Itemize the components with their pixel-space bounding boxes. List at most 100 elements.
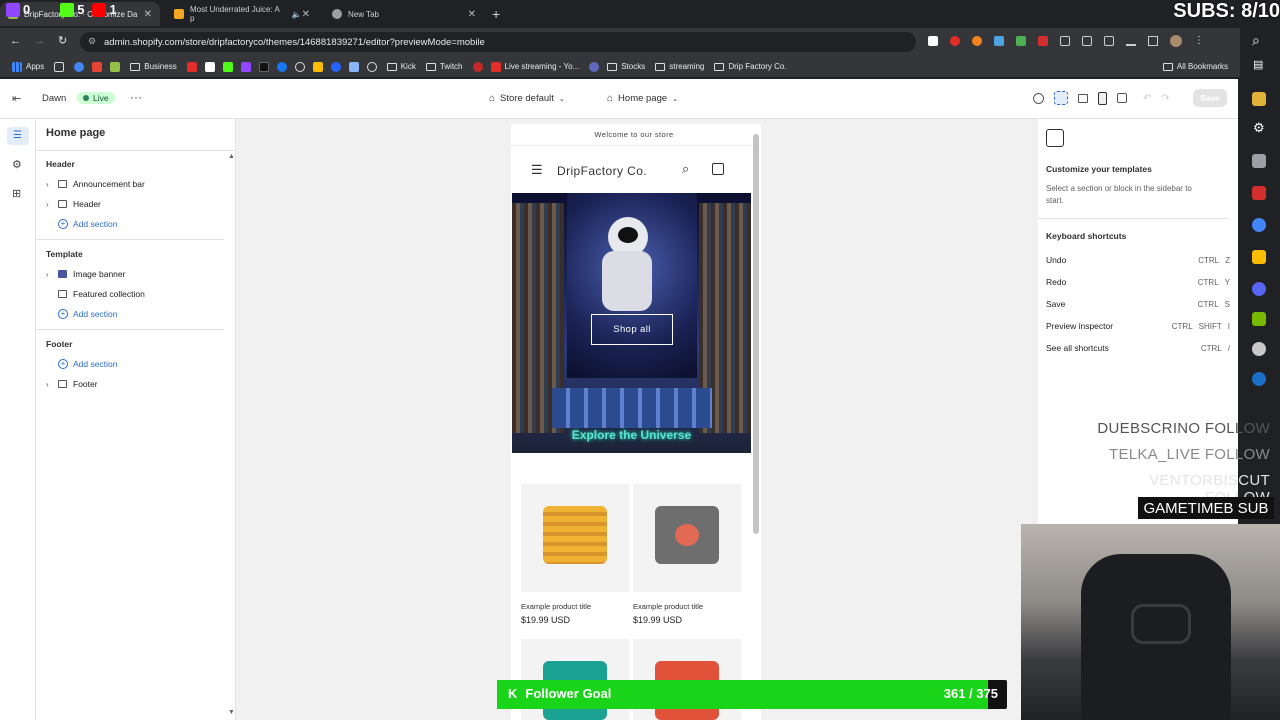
gdrive-icon[interactable]	[348, 61, 359, 72]
bookmark-streaming[interactable]: streaming	[655, 62, 704, 71]
gmail-icon[interactable]	[92, 61, 103, 72]
bookmark-stocks[interactable]: Stocks	[607, 62, 645, 71]
extension-icon[interactable]	[950, 36, 960, 46]
ai-icon[interactable]	[1033, 92, 1044, 104]
redo-icon[interactable]: ↷	[1161, 93, 1169, 104]
close-tab-icon[interactable]: ✕	[144, 9, 152, 20]
grid-icon[interactable]	[54, 61, 65, 72]
product-title[interactable]: Example product title	[521, 602, 591, 611]
section-footer[interactable]: › Footer	[46, 379, 98, 389]
all-bookmarks[interactable]: All Bookmarks	[1162, 62, 1228, 71]
threads-icon[interactable]	[294, 61, 305, 72]
app-icon[interactable]	[1252, 186, 1266, 200]
exit-icon[interactable]: ⇤	[12, 92, 21, 105]
download-icon[interactable]	[1126, 36, 1136, 46]
extension-icon[interactable]	[994, 36, 1004, 46]
product-title[interactable]: Example product title	[633, 602, 703, 611]
nvidia-icon[interactable]	[1252, 312, 1266, 326]
desktop-icon[interactable]	[1078, 93, 1088, 103]
apps-icon[interactable]: ⊞	[12, 187, 21, 200]
tab-new[interactable]: New Tab ✕	[324, 2, 484, 26]
preview-scrollbar[interactable]	[753, 134, 759, 534]
extension-icon[interactable]	[1038, 36, 1048, 46]
settings-icon[interactable]: ⚙	[1253, 120, 1265, 136]
fullscreen-icon[interactable]	[1117, 93, 1127, 103]
bookmark-live-streaming[interactable]: Live streaming - Yo...	[490, 61, 579, 72]
chevron-right-icon[interactable]: ›	[46, 180, 54, 189]
new-tab-button[interactable]: +	[484, 2, 504, 26]
add-section-header[interactable]: + Add section	[58, 219, 117, 229]
globe-icon[interactable]	[366, 61, 377, 72]
back-icon[interactable]: ←	[10, 35, 21, 47]
speaker-icon[interactable]: 🔈	[292, 10, 302, 19]
youtube-icon[interactable]	[186, 61, 197, 72]
search-icon[interactable]: ⌕	[1252, 32, 1260, 49]
tab-juice[interactable]: Most Underrated Juice: A p 🔈 ✕	[166, 2, 318, 26]
share-icon[interactable]	[1148, 36, 1158, 46]
sections-icon[interactable]: ☰	[13, 130, 22, 141]
product-card[interactable]	[633, 484, 741, 592]
extension-icon[interactable]	[928, 36, 938, 46]
address-bar[interactable]: ⚙ admin.shopify.com/store/dripfactoryco/…	[80, 32, 916, 52]
reader-icon[interactable]	[1104, 36, 1114, 46]
shop-all-button[interactable]: Shop all	[591, 314, 673, 345]
section-featured-collection[interactable]: Featured collection	[58, 289, 145, 299]
layout-icon[interactable]: ▤	[1253, 58, 1263, 71]
site-info-icon[interactable]: ⚙	[88, 36, 96, 47]
bookmark-twitch[interactable]: Twitch	[425, 62, 463, 71]
add-section-template[interactable]: + Add section	[58, 309, 117, 319]
more-actions-button[interactable]: ···	[130, 90, 142, 104]
cart-icon[interactable]	[712, 163, 724, 175]
undo-icon[interactable]: ↶	[1143, 93, 1151, 104]
x-icon[interactable]	[204, 61, 215, 72]
store-select[interactable]: ⌂ Store default ⌄	[489, 93, 565, 104]
save-button[interactable]: Save	[1193, 89, 1227, 107]
chevron-right-icon[interactable]: ›	[46, 380, 54, 389]
reload-icon[interactable]: ↻	[58, 34, 67, 47]
product-card[interactable]	[521, 484, 629, 592]
slides-icon[interactable]	[312, 61, 323, 72]
app-icon[interactable]	[1252, 342, 1266, 356]
page-select[interactable]: ⌂ Home page ⌄	[607, 93, 678, 104]
edge-icon[interactable]	[330, 61, 341, 72]
chrome-icon[interactable]	[1252, 218, 1266, 232]
menu-dots-icon[interactable]: ⋮	[1194, 36, 1204, 47]
forward-icon[interactable]: →	[34, 35, 45, 47]
theme-settings-icon[interactable]: ⚙	[12, 158, 22, 171]
folder-app-icon[interactable]	[1252, 92, 1266, 106]
bookmark-dripfactory[interactable]: Drip Factory Co.	[714, 62, 787, 71]
profile-avatar[interactable]	[1170, 35, 1182, 47]
section-header[interactable]: › Header	[46, 199, 101, 209]
bookmark-business[interactable]: Business	[130, 62, 177, 71]
shopify-icon[interactable]	[110, 61, 121, 72]
puzzle-icon[interactable]	[1060, 36, 1070, 46]
announcement-bar[interactable]: Welcome to our store	[511, 124, 757, 146]
app-icon[interactable]	[1252, 154, 1266, 168]
r-icon[interactable]	[589, 61, 600, 72]
extension-icon[interactable]	[258, 61, 269, 72]
bookmark-kick[interactable]: Kick	[386, 62, 416, 71]
see-all-shortcuts-link[interactable]: See all shortcuts CTRL /	[1046, 343, 1230, 353]
google-icon[interactable]	[74, 61, 85, 72]
bookmark-apps[interactable]: Apps	[12, 61, 44, 72]
scroll-down-icon[interactable]: ▼	[228, 709, 235, 716]
twitch-icon[interactable]	[240, 61, 251, 72]
inspector-icon[interactable]	[1054, 91, 1068, 105]
image-banner[interactable]: Shop all Explore the Universe	[512, 193, 751, 453]
chevron-right-icon[interactable]: ›	[46, 200, 54, 209]
section-announcement-bar[interactable]: › Announcement bar	[46, 179, 145, 189]
hamburger-menu-icon[interactable]: ☰	[531, 162, 543, 178]
app-icon[interactable]	[1252, 250, 1266, 264]
mobile-icon[interactable]	[1098, 91, 1107, 105]
store-logo-text[interactable]: DripFactory Co.	[557, 164, 647, 178]
chevron-right-icon[interactable]: ›	[46, 270, 54, 279]
extension-icon[interactable]	[972, 36, 982, 46]
sidepanel-icon[interactable]	[1082, 36, 1092, 46]
add-section-footer[interactable]: + Add section	[58, 359, 117, 369]
section-image-banner[interactable]: › Image banner	[46, 269, 125, 279]
close-tab-icon[interactable]: ✕	[302, 9, 310, 20]
extension-icon[interactable]	[1016, 36, 1026, 46]
steam-icon[interactable]	[1252, 372, 1266, 386]
discord-icon[interactable]	[1252, 282, 1266, 296]
search-icon[interactable]: ⌕	[682, 161, 689, 177]
